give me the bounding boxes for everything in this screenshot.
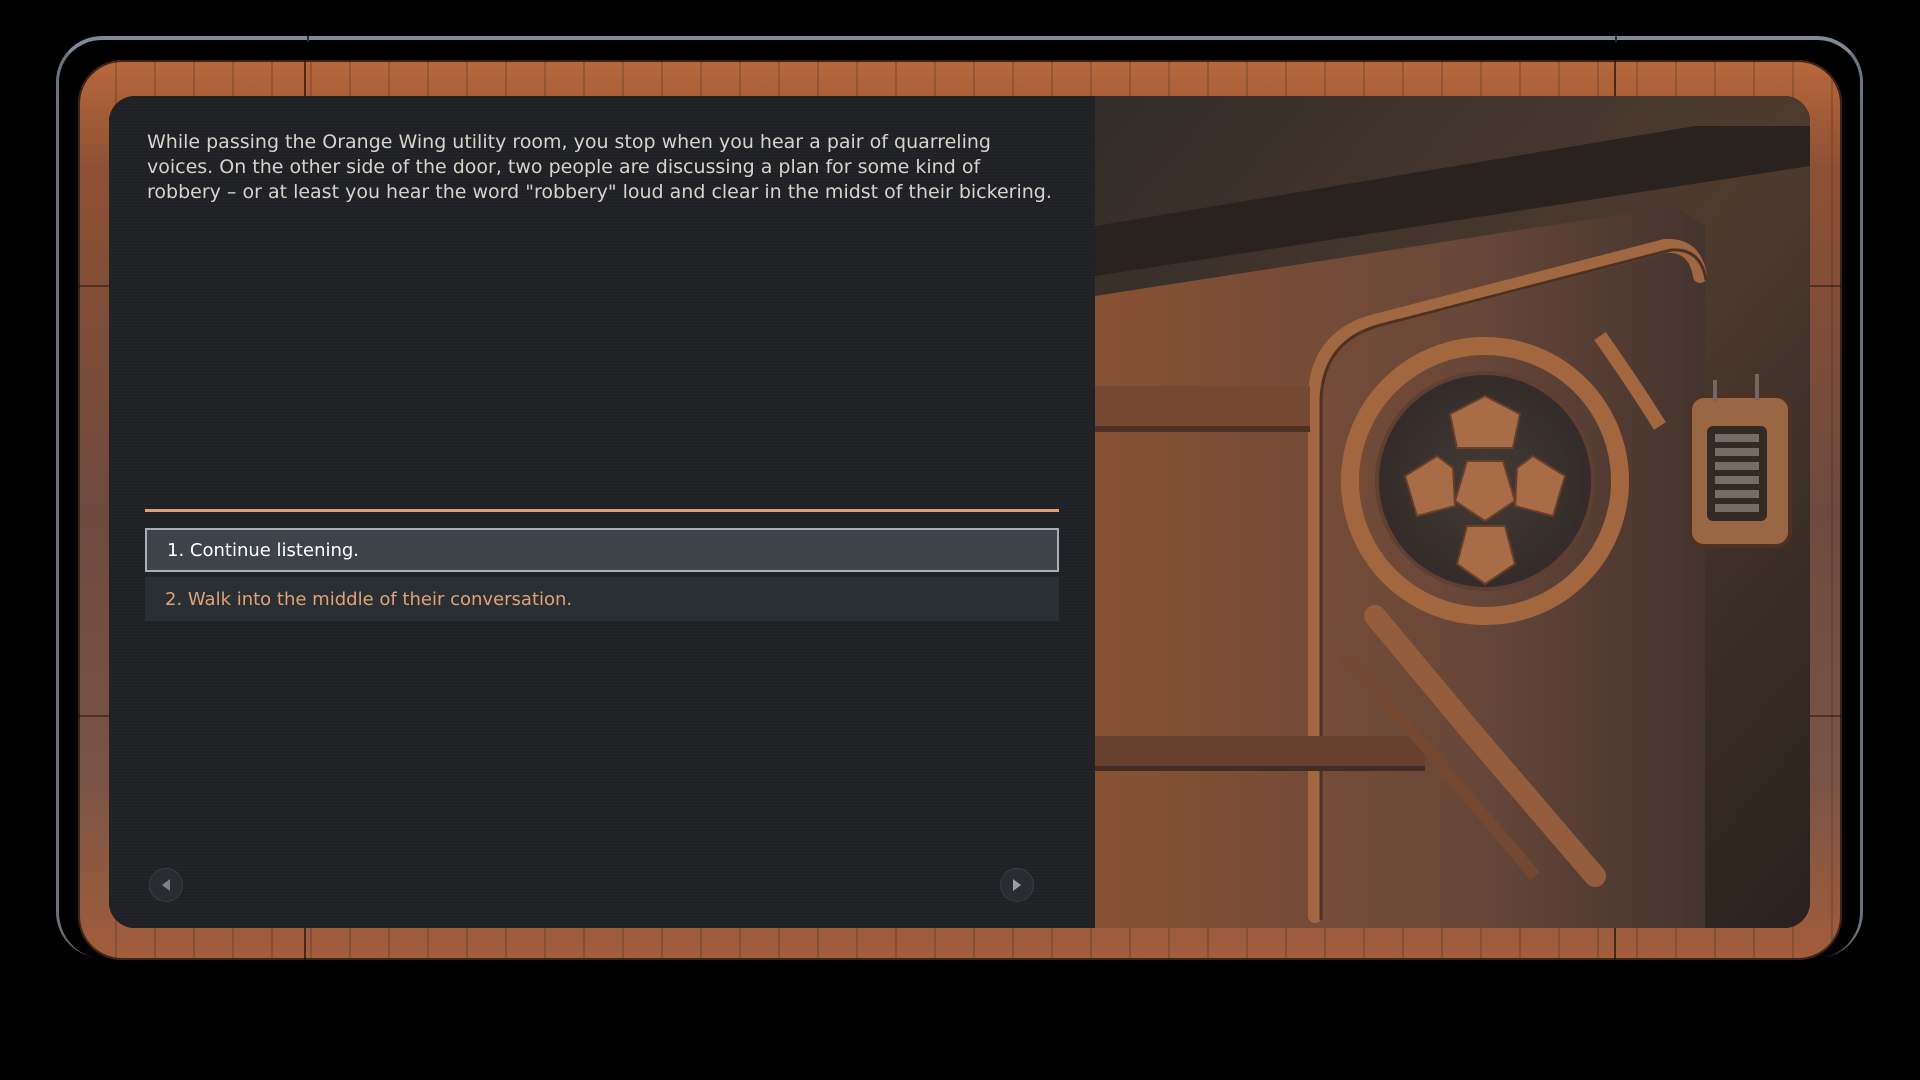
frame-seam xyxy=(1615,36,1617,42)
event-screen: While passing the Orange Wing utility ro… xyxy=(109,96,1810,928)
triangle-right-icon xyxy=(1013,879,1021,891)
choice-continue-listening[interactable]: 1. Continue listening. xyxy=(145,528,1059,572)
triangle-left-icon xyxy=(162,879,170,891)
choice-label: 2. Walk into the middle of their convers… xyxy=(165,588,573,610)
previous-page-button[interactable] xyxy=(149,868,183,902)
choice-label: 1. Continue listening. xyxy=(167,539,360,561)
frame-seam xyxy=(307,36,309,42)
choice-walk-into-conversation[interactable]: 2. Walk into the middle of their convers… xyxy=(145,577,1059,621)
event-description: While passing the Orange Wing utility ro… xyxy=(147,131,1052,203)
door-illustration xyxy=(1095,96,1810,928)
next-page-button[interactable] xyxy=(1000,868,1034,902)
event-text-panel: While passing the Orange Wing utility ro… xyxy=(109,96,1095,928)
event-illustration xyxy=(1095,96,1810,928)
choices-divider xyxy=(145,509,1059,512)
